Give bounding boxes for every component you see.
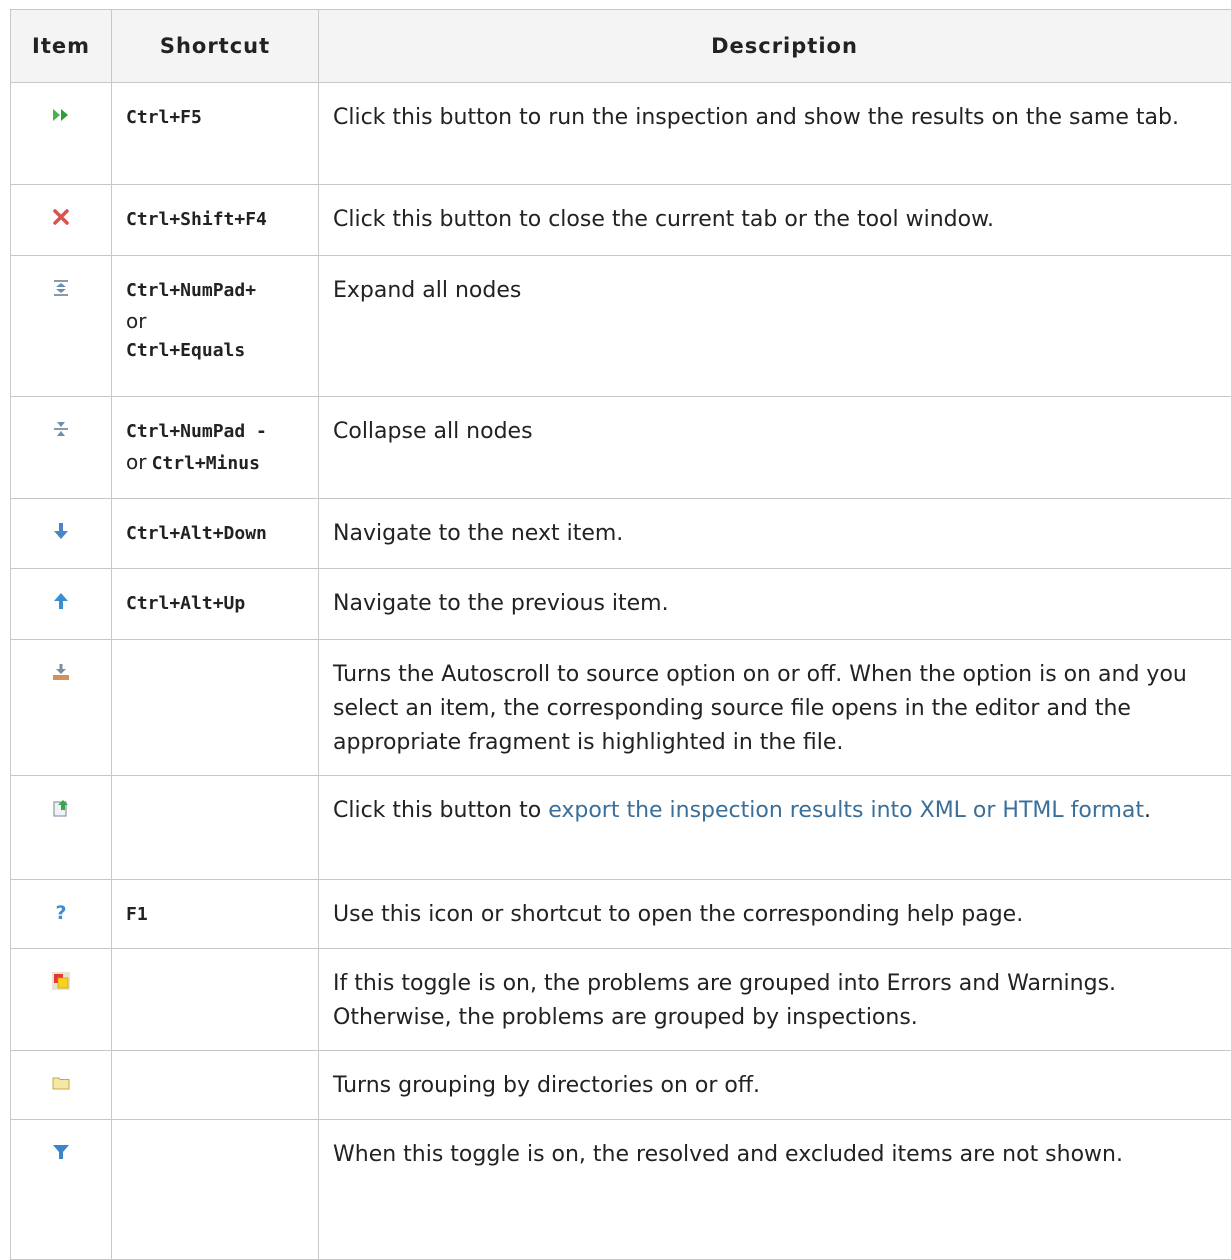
description-suffix: . xyxy=(1144,798,1151,823)
arrow-up-icon[interactable] xyxy=(52,592,70,610)
shortcut-key-alt: Ctrl+Minus xyxy=(152,453,260,474)
table-header-row: Item Shortcut Description xyxy=(11,10,1231,83)
description-text: Collapse all nodes xyxy=(319,397,1231,499)
export-results-link[interactable]: export the inspection results into XML o… xyxy=(548,798,1144,823)
description-text: Click this button to run the inspection … xyxy=(319,83,1231,185)
header-item: Item xyxy=(11,10,112,83)
help-icon[interactable]: ? xyxy=(52,903,70,921)
description-text: If this toggle is on, the problems are g… xyxy=(319,949,1231,1051)
description-text: Expand all nodes xyxy=(319,256,1231,397)
description-text: Turns the Autoscroll to source option on… xyxy=(319,640,1231,776)
shortcut-key: Ctrl+F5 xyxy=(126,107,202,128)
export-icon[interactable] xyxy=(52,799,70,817)
description-text: Click this button to close the current t… xyxy=(319,185,1231,256)
group-by-severity-icon[interactable] xyxy=(52,972,70,990)
table-row: Ctrl+NumPad+ or Ctrl+Equals Expand all n… xyxy=(11,256,1231,397)
svg-text:?: ? xyxy=(55,903,66,921)
description-text: Turns grouping by directories on or off. xyxy=(319,1051,1231,1120)
or-separator: or xyxy=(126,450,146,474)
header-shortcut: Shortcut xyxy=(112,10,319,83)
arrow-down-icon[interactable] xyxy=(52,522,70,540)
table-row: Ctrl+Shift+F4 Click this button to close… xyxy=(11,185,1231,256)
expand-all-icon[interactable] xyxy=(52,279,70,297)
description-text: Navigate to the previous item. xyxy=(319,569,1231,640)
shortcuts-table: Item Shortcut Description Ctrl+F5 Click … xyxy=(10,9,1231,1260)
shortcut-key: Ctrl+NumPad+ xyxy=(126,276,318,306)
table-row: Turns the Autoscroll to source option on… xyxy=(11,640,1231,776)
or-separator: or xyxy=(126,306,318,336)
header-description: Description xyxy=(319,10,1231,83)
table-row: Click this button to export the inspecti… xyxy=(11,776,1231,880)
filter-icon[interactable] xyxy=(52,1143,70,1161)
rerun-icon[interactable] xyxy=(52,106,70,124)
shortcut-key: Ctrl+NumPad - xyxy=(126,421,267,442)
table-row: Ctrl+NumPad - or Ctrl+Minus Collapse all… xyxy=(11,397,1231,499)
shortcut-key-alt: Ctrl+Equals xyxy=(126,336,318,366)
description-text: Use this icon or shortcut to open the co… xyxy=(319,880,1231,949)
shortcut-key: F1 xyxy=(126,904,148,925)
table-row: Ctrl+Alt+Up Navigate to the previous ite… xyxy=(11,569,1231,640)
shortcut-key: Ctrl+Alt+Up xyxy=(126,593,245,614)
description-text: Navigate to the next item. xyxy=(319,499,1231,569)
shortcut-key: Ctrl+Shift+F4 xyxy=(126,209,267,230)
table-row: Ctrl+F5 Click this button to run the ins… xyxy=(11,83,1231,185)
table-row: ? F1 Use this icon or shortcut to open t… xyxy=(11,880,1231,949)
collapse-all-icon[interactable] xyxy=(52,420,70,438)
shortcut-key: Ctrl+Alt+Down xyxy=(126,523,267,544)
table-row: Turns grouping by directories on or off. xyxy=(11,1051,1231,1120)
table-row: If this toggle is on, the problems are g… xyxy=(11,949,1231,1051)
table-row: Ctrl+Alt+Down Navigate to the next item. xyxy=(11,499,1231,569)
close-icon[interactable] xyxy=(52,208,70,226)
description-prefix: Click this button to xyxy=(333,798,548,823)
autoscroll-to-source-icon[interactable] xyxy=(52,663,70,681)
description-text: Click this button to export the inspecti… xyxy=(319,776,1231,880)
folder-icon[interactable] xyxy=(52,1074,70,1092)
